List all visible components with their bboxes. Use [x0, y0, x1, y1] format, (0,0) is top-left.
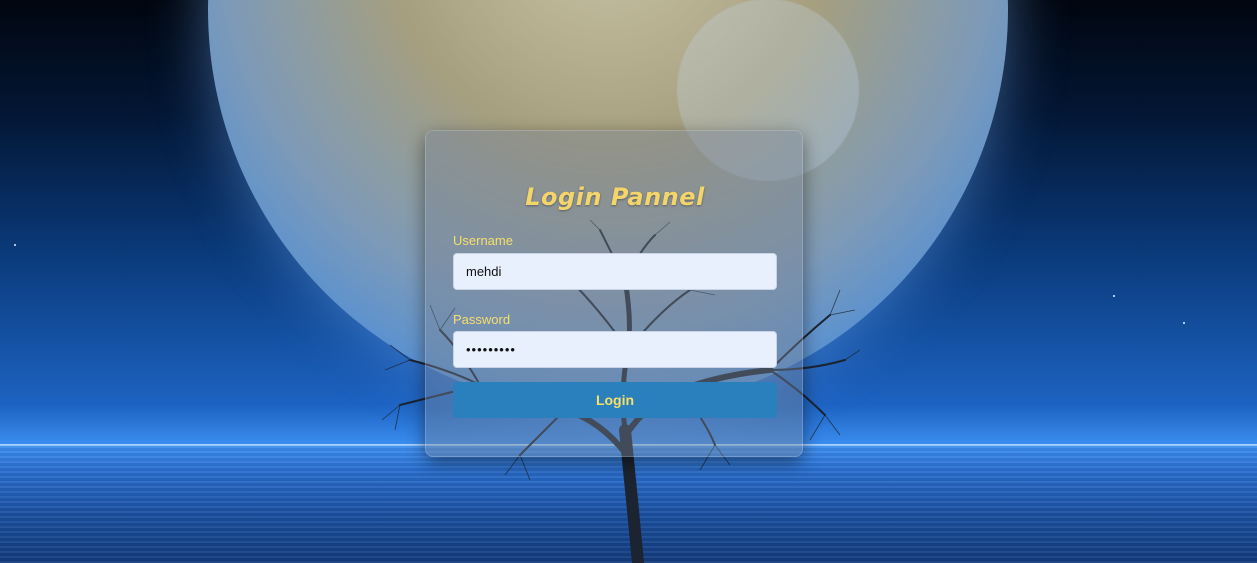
background-scene: Login Pannel Username Password Login — [0, 0, 1257, 563]
star — [1113, 295, 1115, 297]
username-input[interactable] — [453, 253, 777, 290]
login-button[interactable]: Login — [453, 382, 777, 418]
password-input[interactable] — [453, 331, 777, 368]
password-label: Password — [453, 312, 511, 327]
panel-title: Login Pannel — [525, 183, 705, 211]
username-label: Username — [453, 233, 513, 248]
login-panel: Login Pannel Username Password Login — [425, 130, 803, 457]
star — [1183, 322, 1185, 324]
star — [14, 244, 16, 246]
